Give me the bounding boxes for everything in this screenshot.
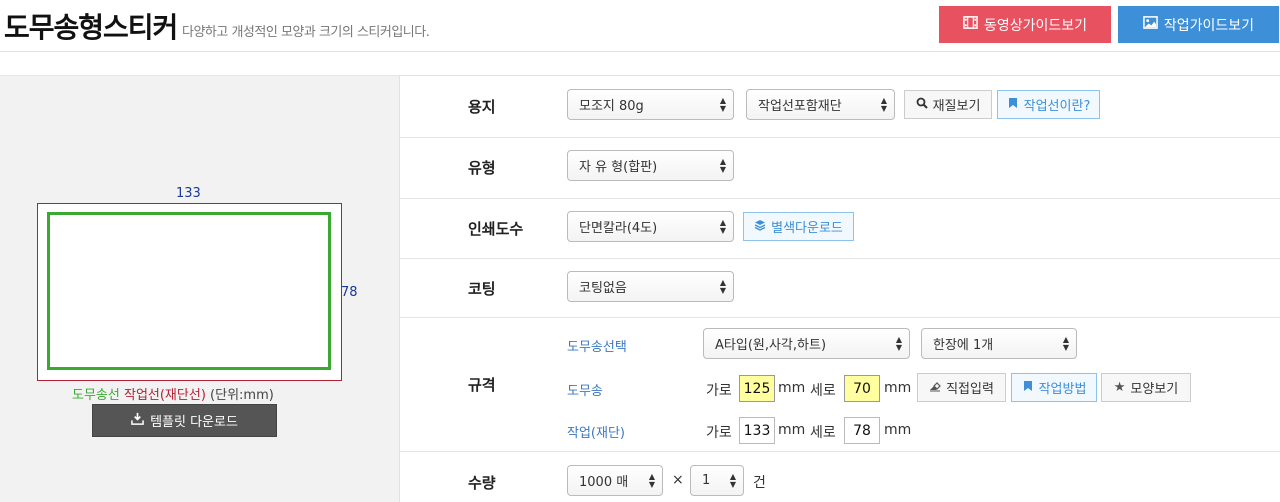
work-size-label: 작업(재단) xyxy=(567,426,625,441)
preview-panel: 133 78 도무송선 작업선(재단선) (단위:mm) 템플릿 다운로드 xyxy=(0,75,399,502)
legend-unit: (단위:mm) xyxy=(210,388,274,403)
times-sign: × xyxy=(672,472,684,488)
cut-method-select-value: 작업선포함재단 xyxy=(758,99,842,114)
material-view-button[interactable]: 재질보기 xyxy=(904,90,992,119)
legend-die-line: 도무송선 xyxy=(72,388,120,403)
work-width-unit: mm xyxy=(778,422,806,438)
layers-icon xyxy=(754,219,766,235)
per-sheet-select-value: 한장에 1개 xyxy=(933,338,994,353)
size-row: 규격 도무송선택 A타입(원,사각,하트) ▲ ▼ 한장에 1개 ▲ ▼ 도무송 가… xyxy=(400,318,1280,452)
select-arrows-icon: ▲ ▼ xyxy=(719,278,726,295)
count-select[interactable]: 1 ▲ ▼ xyxy=(690,465,744,496)
count-select-value: 1 xyxy=(702,473,711,488)
die-type-select-value: A타입(원,사각,하트) xyxy=(715,338,827,353)
select-arrows-icon: ▲ ▼ xyxy=(729,472,736,489)
template-download-button[interactable]: 템플릿 다운로드 xyxy=(92,404,277,437)
type-select-value: 자 유 형(합판) xyxy=(579,160,658,175)
preview-height-value: 78 xyxy=(341,285,358,300)
workline-info-button[interactable]: 작업선이란? xyxy=(997,90,1100,119)
print-color-select[interactable]: 단면칼라(4도) ▲ ▼ xyxy=(567,211,734,242)
options-panel: 용지 모조지 80g ▲ ▼ 작업선포함재단 ▲ ▼ 재질보기 작업선이란? 유형 … xyxy=(399,75,1280,502)
die-line-frame xyxy=(47,212,331,370)
quantity-row: 수량 1000 매 ▲ ▼ × 1 ▲ ▼ 건 xyxy=(400,452,1280,502)
type-select[interactable]: 자 유 형(합판) ▲ ▼ xyxy=(567,150,734,181)
work-height-input[interactable]: 78 xyxy=(844,417,880,444)
select-arrows-icon: ▲ ▼ xyxy=(719,157,726,174)
work-width-input[interactable]: 133 xyxy=(739,417,775,444)
search-icon xyxy=(916,97,928,113)
coating-label: 코팅 xyxy=(468,280,496,298)
print-colors-label: 인쇄도수 xyxy=(468,220,524,238)
die-height-unit: mm xyxy=(884,380,912,396)
select-arrows-icon: ▲ ▼ xyxy=(880,96,887,113)
work-guide-label: 작업가이드보기 xyxy=(1163,17,1255,34)
die-width-input[interactable]: 125 xyxy=(739,375,775,402)
workline-info-label: 작업선이란? xyxy=(1023,99,1091,114)
download-icon xyxy=(131,412,144,429)
material-view-label: 재질보기 xyxy=(932,99,981,114)
type-row: 유형 자 유 형(합판) ▲ ▼ xyxy=(400,138,1280,199)
paper-select-value: 모조지 80g xyxy=(579,99,644,114)
direct-input-label: 직접입력 xyxy=(946,382,994,397)
eraser-icon xyxy=(929,380,941,396)
spot-color-download-button[interactable]: 별색다운로드 xyxy=(743,212,854,241)
coating-select-value: 코팅없음 xyxy=(579,281,627,296)
preview-width-value: 133 xyxy=(176,186,201,201)
die-width-label: 가로 xyxy=(706,383,732,399)
size-label: 규격 xyxy=(468,376,496,394)
film-icon xyxy=(963,15,978,34)
spot-color-download-label: 별색다운로드 xyxy=(771,221,843,236)
print-color-select-value: 단면칼라(4도) xyxy=(579,221,658,236)
count-unit: 건 xyxy=(753,475,766,491)
select-arrows-icon: ▲ ▼ xyxy=(719,96,726,113)
shape-view-button[interactable]: ★ 모양보기 xyxy=(1101,373,1191,402)
quantity-select-value: 1000 매 xyxy=(579,475,629,490)
die-width-unit: mm xyxy=(778,380,806,396)
quantity-select[interactable]: 1000 매 ▲ ▼ xyxy=(567,465,663,496)
work-guide-button[interactable]: 작업가이드보기 xyxy=(1118,6,1279,43)
die-height-input[interactable]: 70 xyxy=(844,375,880,402)
quantity-label: 수량 xyxy=(468,474,496,492)
select-arrows-icon: ▲ ▼ xyxy=(719,218,726,235)
select-arrows-icon: ▲ ▼ xyxy=(648,472,655,489)
legend-cut-line: 작업선(재단선) xyxy=(123,388,206,403)
type-label: 유형 xyxy=(468,159,496,177)
die-size-label: 도무송 xyxy=(567,384,603,399)
work-height-label: 세로 xyxy=(810,425,836,441)
paper-label: 용지 xyxy=(468,98,496,116)
page-subtitle: 다양하고 개성적인 모양과 크기의 스티커입니다. xyxy=(182,25,430,40)
select-arrows-icon: ▲ ▼ xyxy=(895,335,902,352)
work-method-label: 작업방법 xyxy=(1038,382,1087,397)
bookmark-icon xyxy=(1022,380,1034,396)
video-guide-label: 동영상가이드보기 xyxy=(983,17,1088,34)
bookmark-icon xyxy=(1007,97,1019,113)
paper-select[interactable]: 모조지 80g ▲ ▼ xyxy=(567,89,734,120)
video-guide-button[interactable]: 동영상가이드보기 xyxy=(939,6,1111,43)
header: 도무송형스티커 다양하고 개성적인 모양과 크기의 스티커입니다. 동영상가이드… xyxy=(0,0,1280,52)
die-select-label: 도무송선택 xyxy=(567,340,627,355)
coating-select[interactable]: 코팅없음 ▲ ▼ xyxy=(567,271,734,302)
star-icon: ★ xyxy=(1113,380,1126,395)
preview-legend: 도무송선 작업선(재단선) (단위:mm) xyxy=(72,384,274,403)
print-colors-row: 인쇄도수 단면칼라(4도) ▲ ▼ 별색다운로드 xyxy=(400,199,1280,259)
page-title: 도무송형스티커 xyxy=(4,11,178,44)
per-sheet-select[interactable]: 한장에 1개 ▲ ▼ xyxy=(921,328,1077,359)
work-height-unit: mm xyxy=(884,422,912,438)
coating-row: 코팅 코팅없음 ▲ ▼ xyxy=(400,259,1280,318)
die-height-label: 세로 xyxy=(810,383,836,399)
work-method-button[interactable]: 작업방법 xyxy=(1011,373,1097,402)
picture-icon xyxy=(1143,15,1158,34)
cut-method-select[interactable]: 작업선포함재단 ▲ ▼ xyxy=(746,89,895,120)
template-download-label: 템플릿 다운로드 xyxy=(150,415,238,430)
die-type-select[interactable]: A타입(원,사각,하트) ▲ ▼ xyxy=(703,328,910,359)
paper-row: 용지 모조지 80g ▲ ▼ 작업선포함재단 ▲ ▼ 재질보기 작업선이란? xyxy=(400,76,1280,138)
direct-input-button[interactable]: 직접입력 xyxy=(917,373,1006,402)
select-arrows-icon: ▲ ▼ xyxy=(1062,335,1069,352)
shape-view-label: 모양보기 xyxy=(1130,382,1179,397)
work-width-label: 가로 xyxy=(706,425,732,441)
